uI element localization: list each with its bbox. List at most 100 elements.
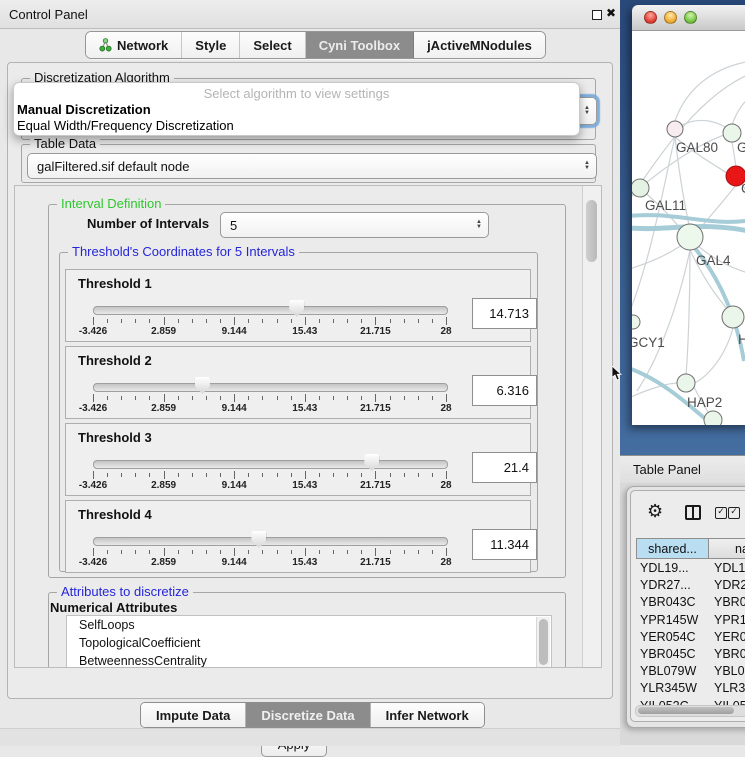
- table-data-select[interactable]: galFiltered.sif default node ▲▼: [27, 153, 597, 179]
- cell-name: YLR34: [714, 681, 745, 695]
- thresholds-group-title: Threshold's Coordinates for 5 Intervals: [68, 244, 299, 259]
- threshold-3-box: Threshold 3-3.4262.8599.14415.4321.71528…: [65, 423, 531, 496]
- threshold-slider-track[interactable]: [93, 306, 448, 315]
- numerical-attributes-list[interactable]: SelfLoopsTopologicalCoefficientBetweenne…: [66, 615, 552, 668]
- threshold-label: Threshold 4: [78, 507, 152, 522]
- threshold-value-field[interactable]: 6.316: [472, 375, 537, 406]
- tab-jactivemnodules[interactable]: jActiveMNodules: [414, 32, 545, 58]
- tab-label: Style: [195, 38, 226, 53]
- threshold-slider-track[interactable]: [93, 383, 448, 392]
- attribute-item-betweennesscentrality[interactable]: BetweennessCentrality: [67, 652, 551, 668]
- cyni-toolbox-panel: Discretization Algorithm ▲▼ Table Data g…: [7, 62, 613, 699]
- column-header-shared[interactable]: shared...: [636, 538, 709, 559]
- mouse-cursor: [612, 366, 623, 381]
- algorithm-option-manual-discretization[interactable]: Manual Discretization: [17, 102, 151, 117]
- checkbox-icon[interactable]: ✓: [715, 507, 727, 519]
- threshold-value-field[interactable]: 11.344: [472, 529, 537, 560]
- table-row[interactable]: YBR045CYBR04: [636, 647, 745, 664]
- settings-scrollbar[interactable]: [582, 186, 601, 667]
- threshold-value-field[interactable]: 14.713: [472, 298, 537, 329]
- network-node-hap2[interactable]: [677, 374, 695, 392]
- network-edge[interactable]: [675, 61, 745, 121]
- threshold-value-field[interactable]: 21.4: [472, 452, 537, 483]
- slider-ticks: [93, 471, 446, 480]
- tab-style[interactable]: Style: [182, 32, 240, 58]
- table-hscrollbar-thumb[interactable]: [638, 707, 734, 714]
- network-edge[interactable]: [632, 245, 682, 271]
- table-row[interactable]: YDL19... YDL19: [636, 561, 745, 578]
- tab-select[interactable]: Select: [240, 32, 305, 58]
- network-node-label: GA: [737, 140, 745, 155]
- gear-icon[interactable]: ⚙: [647, 501, 663, 522]
- cell-shared-name: YDR27...: [640, 578, 691, 592]
- table-row[interactable]: YER054CYER05: [636, 630, 745, 647]
- spinner-arrows-icon: ▲▼: [584, 161, 590, 171]
- tab-discretize-data[interactable]: Discretize Data: [246, 703, 370, 727]
- network-view-window: GAL80GACGAL11GAL4HGCY1HAP2: [632, 5, 745, 425]
- network-edge[interactable]: [732, 96, 745, 125]
- cell-name: YBR04: [714, 647, 745, 661]
- algorithm-placeholder: Select algorithm to view settings: [14, 86, 579, 101]
- column-header-name[interactable]: na: [708, 538, 745, 559]
- close-icon[interactable]: ✖: [606, 6, 616, 20]
- attribute-item-selfloops[interactable]: SelfLoops: [67, 616, 551, 634]
- tab-cyni-toolbox[interactable]: Cyni Toolbox: [306, 32, 414, 58]
- network-canvas[interactable]: GAL80GACGAL11GAL4HGCY1HAP2: [632, 31, 745, 425]
- network-node[interactable]: [704, 411, 722, 425]
- float-icon[interactable]: [592, 10, 602, 20]
- threshold-slider-track[interactable]: [93, 537, 448, 546]
- checkbox-icon[interactable]: ✓: [728, 507, 740, 519]
- panel-title: Control Panel: [9, 7, 88, 22]
- tab-label: jActiveMNodules: [427, 38, 532, 53]
- cell-shared-name: YDL19...: [640, 561, 689, 575]
- network-node-gal4[interactable]: [677, 224, 703, 250]
- network-edge[interactable]: [686, 250, 690, 375]
- table-row[interactable]: YBR043C YBR04: [636, 595, 745, 612]
- control-panel: Control Panel ✖ Network Style SelectCyni T…: [0, 0, 620, 745]
- table-row[interactable]: YLR345W YLR34: [636, 681, 745, 698]
- attributes-scrollbar-thumb[interactable]: [539, 619, 548, 665]
- cell-name: YDL19: [714, 561, 745, 575]
- table-hscrollbar[interactable]: [635, 705, 745, 717]
- network-node-gal11[interactable]: [632, 179, 649, 197]
- slider-ticks: [93, 394, 446, 403]
- cell-shared-name: YBL079W: [640, 664, 696, 678]
- table-row[interactable]: YDR27...YDR27: [636, 578, 745, 595]
- minimize-light-yellow-icon[interactable]: [664, 11, 677, 24]
- network-edge[interactable]: [694, 328, 733, 383]
- attribute-item-topologicalcoefficient[interactable]: TopologicalCoefficient: [67, 634, 551, 652]
- number-of-intervals-select[interactable]: 5 ▲▼: [220, 212, 489, 238]
- network-node-gal80[interactable]: [667, 121, 683, 137]
- cell-name: YBR04: [714, 595, 745, 609]
- table-row[interactable]: YBL079W YBL07: [636, 664, 745, 681]
- cell-shared-name: YLR345W: [640, 681, 697, 695]
- table-window: ⚙ ✓ ✓ shared... na YDL19... YDL19 YDR27...…: [630, 490, 745, 722]
- spinner-arrows-icon: ▲▼: [476, 220, 482, 230]
- network-node-gcy1[interactable]: [632, 315, 640, 329]
- cell-shared-name: YER054C: [640, 630, 696, 644]
- top-tabbar: Network Style SelectCyni Toolbox jActiveMNo…: [85, 31, 546, 59]
- algorithm-dropdown-popup: Select algorithm to view settings Manual…: [13, 82, 580, 136]
- settings-scrollbar-thumb[interactable]: [586, 200, 597, 262]
- tab-infer-network[interactable]: Infer Network: [371, 703, 484, 727]
- columns-icon[interactable]: [685, 505, 701, 520]
- tab-impute-data[interactable]: Impute Data: [141, 703, 246, 727]
- table-row[interactable]: YPR145WYPR14: [636, 613, 745, 630]
- zoom-light-green-icon[interactable]: [684, 11, 697, 24]
- slider-tick-labels: -3.4262.8599.14415.4321.71528: [93, 326, 446, 337]
- network-edge[interactable]: [637, 250, 690, 391]
- bottom-tabbar: Impute DataDiscretize DataInfer Network: [140, 702, 485, 728]
- numerical-attributes-label: Numerical Attributes: [50, 600, 177, 615]
- cell-name: YPR14: [714, 613, 745, 627]
- attributes-scrollbar[interactable]: [536, 617, 550, 668]
- network-window-titlebar: [632, 5, 745, 31]
- cell-shared-name: YBR043C: [640, 595, 696, 609]
- threshold-slider-track[interactable]: [93, 460, 448, 469]
- network-node-h[interactable]: [722, 306, 744, 328]
- network-edge[interactable]: [732, 142, 736, 167]
- network-node-label: GAL4: [696, 253, 731, 268]
- algorithm-option-equal-width-frequency-discretization[interactable]: Equal Width/Frequency Discretization: [17, 118, 234, 133]
- close-light-red-icon[interactable]: [644, 11, 657, 24]
- tab-network[interactable]: Network: [86, 32, 182, 58]
- cell-name: YBL07: [714, 664, 745, 678]
